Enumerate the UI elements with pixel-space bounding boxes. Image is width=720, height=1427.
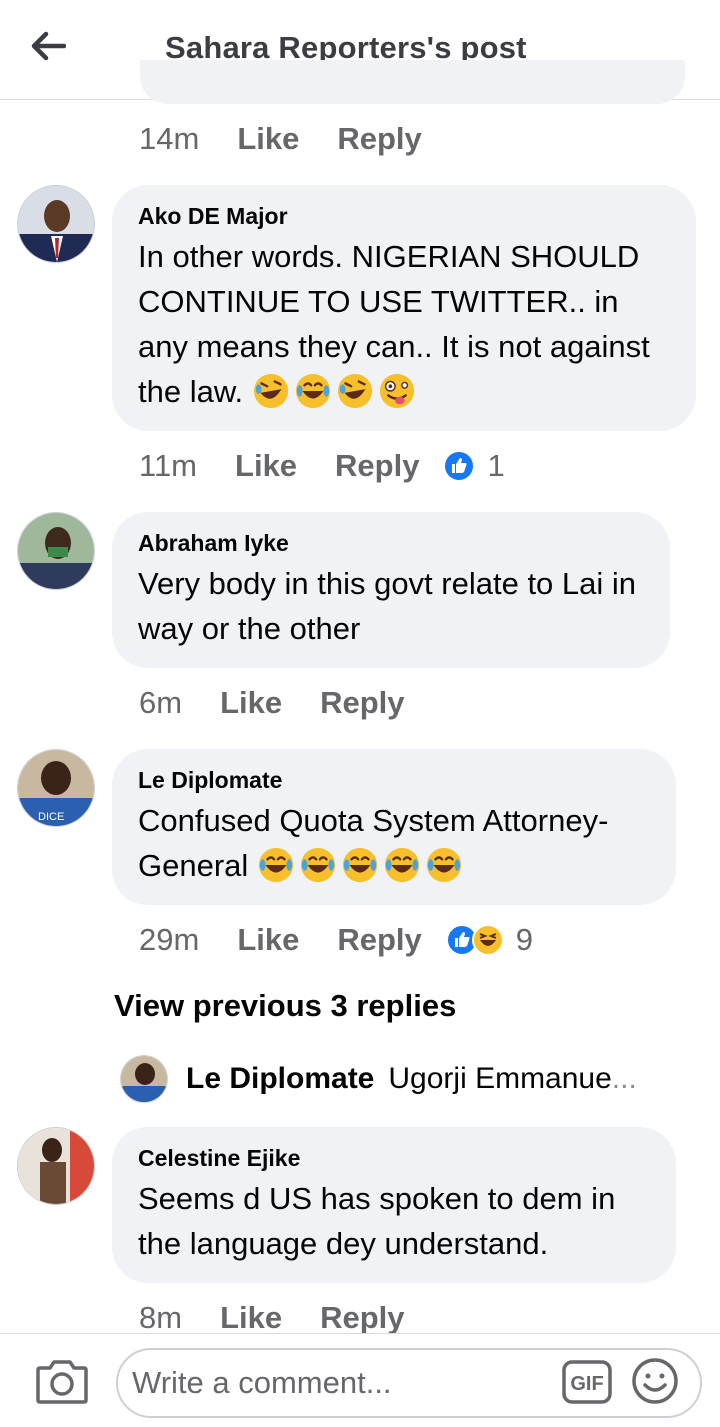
reaction-count: 9 — [515, 922, 534, 957]
rofl-emoji — [253, 373, 288, 409]
comment-meta: 14m Like Reply — [139, 121, 460, 157]
gif-label: GIF — [570, 1373, 603, 1395]
comment-bubble: Abraham Iyke Very body in this govt rela… — [112, 512, 670, 668]
joy-emoji — [300, 847, 336, 883]
avatar[interactable] — [120, 1055, 168, 1103]
reply-preview[interactable]: Le Diplomate Ugorji Emmanue ... — [120, 1055, 637, 1103]
comment-composer: GIF — [0, 1333, 720, 1427]
avatar[interactable] — [17, 185, 95, 263]
comment-text: Seems d US has spoken to dem in the lang… — [138, 1181, 616, 1261]
back-button[interactable] — [24, 26, 72, 66]
reaction-summary[interactable]: 9 — [445, 922, 534, 958]
comment-time: 8m — [139, 1300, 183, 1335]
view-previous-replies-link[interactable]: View previous 3 replies — [114, 988, 456, 1024]
comment-text: Confused Quota System Attorney-General — [138, 798, 650, 888]
reply-button[interactable]: Reply — [335, 448, 419, 484]
reply-text: Ugorji Emmanue — [388, 1062, 612, 1095]
camera-button[interactable] — [34, 1356, 90, 1406]
reply-button[interactable]: Reply — [320, 685, 404, 721]
comment-meta: 8m Like Reply — [139, 1300, 443, 1336]
joy-emoji — [342, 847, 378, 883]
avatar[interactable] — [17, 512, 95, 590]
comment-bubble: Ako DE Major In other words. NIGERIAN SH… — [112, 185, 696, 431]
arrow-left-icon — [31, 31, 66, 61]
rofl-emoji — [337, 373, 372, 409]
comment-meta: 11m Like Reply 1 — [139, 448, 505, 484]
like-button[interactable]: Like — [220, 685, 282, 721]
comment-meta: 6m Like Reply — [139, 685, 443, 721]
reply-button[interactable]: Reply — [337, 922, 421, 958]
reaction-summary[interactable]: 1 — [443, 448, 505, 484]
reply-author[interactable]: Le Diplomate — [186, 1062, 374, 1096]
haha-reaction-icon — [471, 924, 504, 956]
comment-text: Very body in this govt relate to Lai in … — [138, 566, 637, 646]
avatar[interactable] — [17, 1127, 95, 1205]
zany-face-emoji — [379, 373, 414, 409]
camera-icon — [36, 1360, 88, 1404]
comment-author[interactable]: Le Diplomate — [138, 767, 650, 794]
comment-author[interactable]: Abraham Iyke — [138, 530, 644, 557]
like-button[interactable]: Like — [235, 448, 297, 484]
comment-time: 29m — [139, 922, 200, 957]
reaction-count: 1 — [487, 448, 505, 483]
reply-ellipsis: ... — [611, 1062, 637, 1095]
svg-text:DICE: DICE — [38, 811, 64, 823]
emoji-button[interactable] — [630, 1356, 680, 1406]
joy-emoji — [384, 847, 420, 883]
joy-emoji — [295, 373, 330, 409]
avatar[interactable]: DICE — [17, 749, 95, 827]
like-reaction-icon — [443, 450, 476, 482]
comment-time: 14m — [139, 121, 200, 156]
comment-input[interactable] — [116, 1348, 702, 1418]
comment-bubble: Le Diplomate Confused Quota System Attor… — [112, 749, 676, 905]
comment-bubble-partial — [140, 60, 685, 104]
comment-bubble: Celestine Ejike Seems d US has spoken to… — [112, 1127, 676, 1283]
comment-meta: 29m Like Reply 9 — [139, 922, 533, 958]
joy-emoji — [258, 847, 294, 883]
joy-emoji — [426, 847, 462, 883]
reply-button[interactable]: Reply — [320, 1300, 404, 1336]
smiley-icon — [632, 1358, 678, 1404]
comment-author[interactable]: Ako DE Major — [138, 203, 670, 230]
gif-icon: GIF — [562, 1360, 612, 1404]
comment-time: 6m — [139, 685, 183, 720]
gif-button[interactable]: GIF — [562, 1360, 612, 1404]
comment-time: 11m — [139, 448, 198, 483]
comment-author[interactable]: Celestine Ejike — [138, 1145, 650, 1172]
like-button[interactable]: Like — [237, 121, 299, 157]
like-button[interactable]: Like — [237, 922, 299, 958]
reply-button[interactable]: Reply — [337, 121, 421, 157]
comment-text: In other words. NIGERIAN SHOULD CONTINUE… — [138, 234, 670, 414]
like-button[interactable]: Like — [220, 1300, 282, 1336]
